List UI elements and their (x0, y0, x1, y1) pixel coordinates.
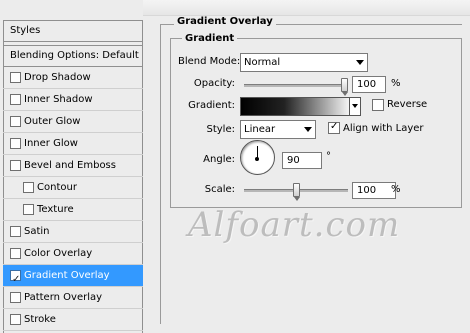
style-item-label: Outer Glow (24, 116, 81, 127)
opacity-label: Opacity: (193, 78, 235, 89)
style-item-texture[interactable]: Texture (3, 199, 143, 221)
style-item-label: Inner Shadow (24, 94, 93, 105)
style-item-drop-shadow[interactable]: Drop Shadow (3, 67, 143, 89)
gradient-swatch[interactable] (240, 97, 350, 116)
style-item-label: Inner Glow (24, 138, 78, 149)
style-item-label: Pattern Overlay (24, 292, 103, 303)
opacity-slider[interactable] (244, 84, 348, 87)
section-title: Gradient Overlay (174, 16, 276, 27)
contour-checkbox[interactable] (23, 182, 34, 193)
style-item-contour[interactable]: Contour (3, 177, 143, 199)
scale-input[interactable]: 100 (352, 182, 396, 199)
styles-header[interactable]: Styles (3, 20, 143, 42)
style-item-label: Satin (24, 226, 50, 237)
style-item-color-overlay[interactable]: Color Overlay (3, 243, 143, 265)
bevel-emboss-checkbox[interactable] (10, 160, 21, 171)
gradient-overlay-checkbox[interactable]: ✓ (10, 270, 21, 285)
align-with-layer-checkbox[interactable]: ✓ (328, 121, 340, 134)
style-item-satin[interactable]: Satin (3, 221, 143, 243)
blending-options-item[interactable]: Blending Options: Default (3, 45, 143, 67)
style-item-label: Gradient Overlay (24, 270, 110, 281)
style-item-label: Stroke (24, 314, 56, 325)
style-item-outer-glow[interactable]: Outer Glow (3, 111, 143, 133)
opacity-unit: % (391, 78, 401, 89)
style-item-inner-glow[interactable]: Inner Glow (3, 133, 143, 155)
reverse-checkbox[interactable] (372, 99, 384, 111)
angle-label: Angle: (203, 154, 235, 165)
watermark-text: Alfoart.com (188, 205, 401, 245)
blend-mode-label: Blend Mode: (178, 56, 241, 67)
gradient-overlay-options: Gradient Overlay Gradient Blend Mode: No… (160, 10, 466, 324)
outer-glow-checkbox[interactable] (10, 116, 21, 127)
blend-mode-value: Normal (244, 57, 281, 68)
style-item-inner-shadow[interactable]: Inner Shadow (3, 89, 143, 111)
style-item-gradient-overlay[interactable]: ✓ Gradient Overlay (3, 265, 143, 287)
styles-panel: Styles Blending Options: Default Drop Sh… (0, 0, 143, 333)
style-item-label: Bevel and Emboss (24, 160, 116, 171)
reverse-label: Reverse (387, 99, 428, 110)
drop-shadow-checkbox[interactable] (10, 72, 21, 83)
style-item-label: Texture (37, 204, 74, 215)
scale-slider-thumb[interactable] (292, 183, 300, 201)
stroke-checkbox[interactable] (10, 314, 21, 325)
angle-input[interactable]: 90 (282, 152, 322, 169)
color-overlay-checkbox[interactable] (10, 248, 21, 259)
texture-checkbox[interactable] (23, 204, 34, 215)
angle-unit: ° (326, 151, 331, 162)
inner-glow-checkbox[interactable] (10, 138, 21, 149)
scale-unit: % (391, 184, 401, 195)
style-item-label: Drop Shadow (24, 72, 91, 83)
style-item-label: Color Overlay (24, 248, 93, 259)
align-with-layer-label: Align with Layer (343, 123, 424, 134)
opacity-input[interactable]: 100 (352, 76, 386, 93)
inner-shadow-checkbox[interactable] (10, 94, 21, 105)
style-item-stroke[interactable]: Stroke (3, 309, 143, 331)
gradient-picker-button[interactable] (349, 97, 361, 116)
satin-checkbox[interactable] (10, 226, 21, 237)
pattern-overlay-checkbox[interactable] (10, 292, 21, 303)
style-item-pattern-overlay[interactable]: Pattern Overlay (3, 287, 143, 309)
opacity-slider-thumb[interactable] (341, 78, 348, 96)
group-title: Gradient (182, 33, 238, 44)
style-item-label: Contour (37, 182, 77, 193)
style-item-bevel-emboss[interactable]: Bevel and Emboss (3, 155, 143, 177)
scale-label: Scale: (204, 184, 235, 195)
angle-hub (255, 157, 259, 161)
check-icon: ✓ (330, 121, 339, 132)
chevron-down-icon (356, 60, 364, 65)
chevron-down-icon (304, 127, 312, 132)
blend-mode-dropdown[interactable]: Normal (240, 53, 368, 72)
style-value: Linear (244, 124, 276, 135)
gradient-label: Gradient: (188, 100, 235, 111)
style-label: Style: (206, 124, 236, 135)
style-dropdown[interactable]: Linear (240, 120, 316, 139)
angle-dial[interactable] (240, 140, 275, 175)
